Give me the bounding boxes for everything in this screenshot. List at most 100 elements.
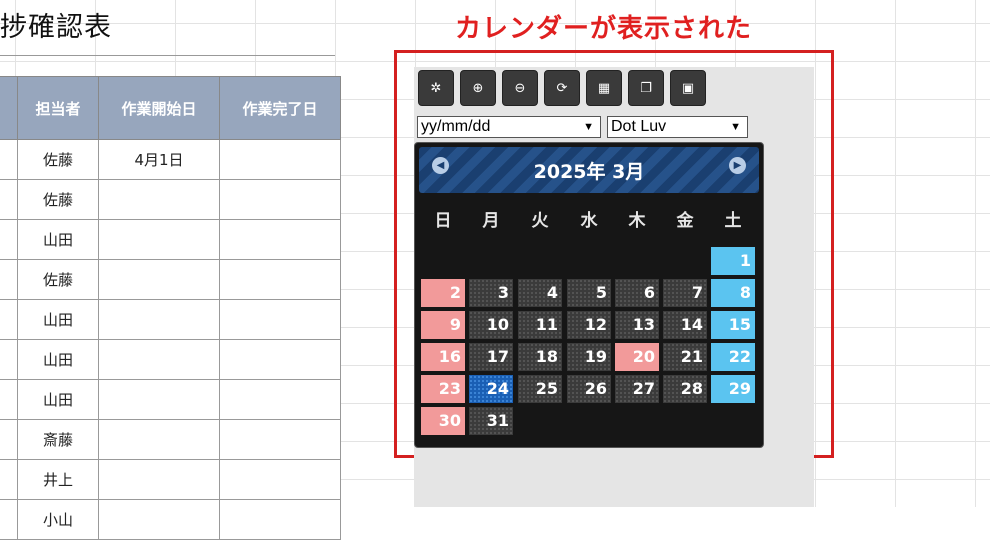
grid-button[interactable]: ▦: [586, 70, 622, 106]
table-cell[interactable]: 佐藤: [17, 259, 99, 300]
table-header-cell[interactable]: 作業完了日: [219, 76, 341, 140]
calendar-day[interactable]: 29: [711, 375, 755, 403]
weekday-label: 土: [724, 211, 742, 231]
calendar-day[interactable]: 3: [469, 279, 513, 307]
table-cell[interactable]: 佐藤: [17, 179, 99, 220]
title-underline: [0, 55, 335, 56]
calendar-day[interactable]: 15: [711, 311, 755, 339]
table-cell[interactable]: [219, 459, 341, 500]
chevron-down-icon: ▼: [583, 121, 594, 133]
calendar-day[interactable]: 6: [615, 279, 659, 307]
calendar-day[interactable]: 20: [615, 343, 659, 371]
calendar-day[interactable]: 17: [469, 343, 513, 371]
table-cell[interactable]: [0, 459, 18, 500]
table-row: 井上: [0, 459, 341, 500]
table-cell[interactable]: [0, 179, 18, 220]
calendar-day[interactable]: 28: [663, 375, 707, 403]
table-cell[interactable]: [98, 379, 220, 420]
progress-table: 担当者 作業開始日 作業完了日 佐藤 4月1日 佐藤 山田 佐藤 山田 山田 山田 斎藤 井上 小山: [0, 76, 341, 540]
calendar-day[interactable]: 7: [663, 279, 707, 307]
calendar-day[interactable]: 14: [663, 311, 707, 339]
table-cell[interactable]: [219, 379, 341, 420]
date-format-select[interactable]: yy/mm/dd ▼: [417, 116, 601, 138]
table-cell[interactable]: [0, 339, 18, 380]
next-month-icon[interactable]: ▶: [729, 157, 746, 174]
calendar-day[interactable]: 2: [421, 279, 465, 307]
calendar-day[interactable]: 11: [518, 311, 562, 339]
calendar-day[interactable]: 19: [567, 343, 611, 371]
table-cell[interactable]: [0, 379, 18, 420]
weekday-label: 水: [580, 211, 598, 231]
calendar-day[interactable]: 13: [615, 311, 659, 339]
calendar-day[interactable]: 27: [615, 375, 659, 403]
calendar-header: 2025年 3月: [419, 147, 759, 193]
calendar-day[interactable]: 24: [469, 375, 513, 403]
theme-select[interactable]: Dot Luv ▼: [607, 116, 748, 138]
weekday-label: 日: [434, 211, 452, 231]
prev-month-icon[interactable]: ◀: [432, 157, 449, 174]
table-cell[interactable]: [98, 339, 220, 380]
calendar-day[interactable]: 12: [567, 311, 611, 339]
calendar-day[interactable]: 4: [518, 279, 562, 307]
table-cell[interactable]: 佐藤: [17, 139, 99, 180]
refresh-button[interactable]: ⟳: [544, 70, 580, 106]
table-cell[interactable]: 4月1日: [98, 139, 220, 180]
table-cell[interactable]: [98, 179, 220, 220]
zoom-in-button[interactable]: ⊕: [460, 70, 496, 106]
settings-gear-button[interactable]: ✲: [418, 70, 454, 106]
table-cell[interactable]: [98, 419, 220, 460]
table-cell[interactable]: 山田: [17, 339, 99, 380]
card-button[interactable]: ▣: [670, 70, 706, 106]
table-cell[interactable]: 小山: [17, 499, 99, 540]
table-cell[interactable]: [0, 499, 18, 540]
table-cell[interactable]: 山田: [17, 379, 99, 420]
calendar-day[interactable]: 22: [711, 343, 755, 371]
table-header-cell[interactable]: 作業開始日: [98, 76, 220, 140]
calendar-day[interactable]: 30: [421, 407, 465, 435]
table-cell[interactable]: [219, 139, 341, 180]
date-format-value: yy/mm/dd: [421, 118, 491, 135]
table-row: 山田: [0, 219, 341, 260]
table-cell[interactable]: 山田: [17, 219, 99, 260]
table-cell[interactable]: [98, 299, 220, 340]
window-button[interactable]: ❐: [628, 70, 664, 106]
calendar-day[interactable]: 8: [711, 279, 755, 307]
calendar-day[interactable]: 21: [663, 343, 707, 371]
table-cell[interactable]: [219, 179, 341, 220]
calendar-day[interactable]: 1: [711, 247, 755, 275]
table-cell[interactable]: [0, 139, 18, 180]
table-cell[interactable]: [0, 259, 18, 300]
sheet-title: 捗確認表: [0, 12, 112, 43]
table-row: 山田: [0, 299, 341, 340]
calendar-day[interactable]: 10: [469, 311, 513, 339]
table-header-cell[interactable]: [0, 76, 18, 140]
table-cell[interactable]: [98, 219, 220, 260]
calendar-day[interactable]: 31: [469, 407, 513, 435]
table-cell[interactable]: [219, 499, 341, 540]
table-cell[interactable]: [219, 299, 341, 340]
table-cell[interactable]: 井上: [17, 459, 99, 500]
table-cell[interactable]: [98, 259, 220, 300]
calendar-day[interactable]: 25: [518, 375, 562, 403]
calendar-day[interactable]: 9: [421, 311, 465, 339]
table-cell[interactable]: [98, 459, 220, 500]
table-cell[interactable]: [219, 419, 341, 460]
calendar-day[interactable]: 26: [567, 375, 611, 403]
table-cell[interactable]: [219, 219, 341, 260]
table-cell[interactable]: [98, 499, 220, 540]
table-row: 斎藤: [0, 419, 341, 460]
zoom-out-button[interactable]: ⊖: [502, 70, 538, 106]
table-cell[interactable]: [0, 419, 18, 460]
table-cell[interactable]: [0, 219, 18, 260]
weekday-label: 月: [482, 211, 500, 231]
table-cell[interactable]: [0, 299, 18, 340]
calendar-day[interactable]: 23: [421, 375, 465, 403]
table-cell[interactable]: 斎藤: [17, 419, 99, 460]
calendar-day[interactable]: 5: [567, 279, 611, 307]
table-header-cell[interactable]: 担当者: [17, 76, 99, 140]
table-cell[interactable]: [219, 339, 341, 380]
calendar-day[interactable]: 18: [518, 343, 562, 371]
table-cell[interactable]: 山田: [17, 299, 99, 340]
calendar-day[interactable]: 16: [421, 343, 465, 371]
table-cell[interactable]: [219, 259, 341, 300]
